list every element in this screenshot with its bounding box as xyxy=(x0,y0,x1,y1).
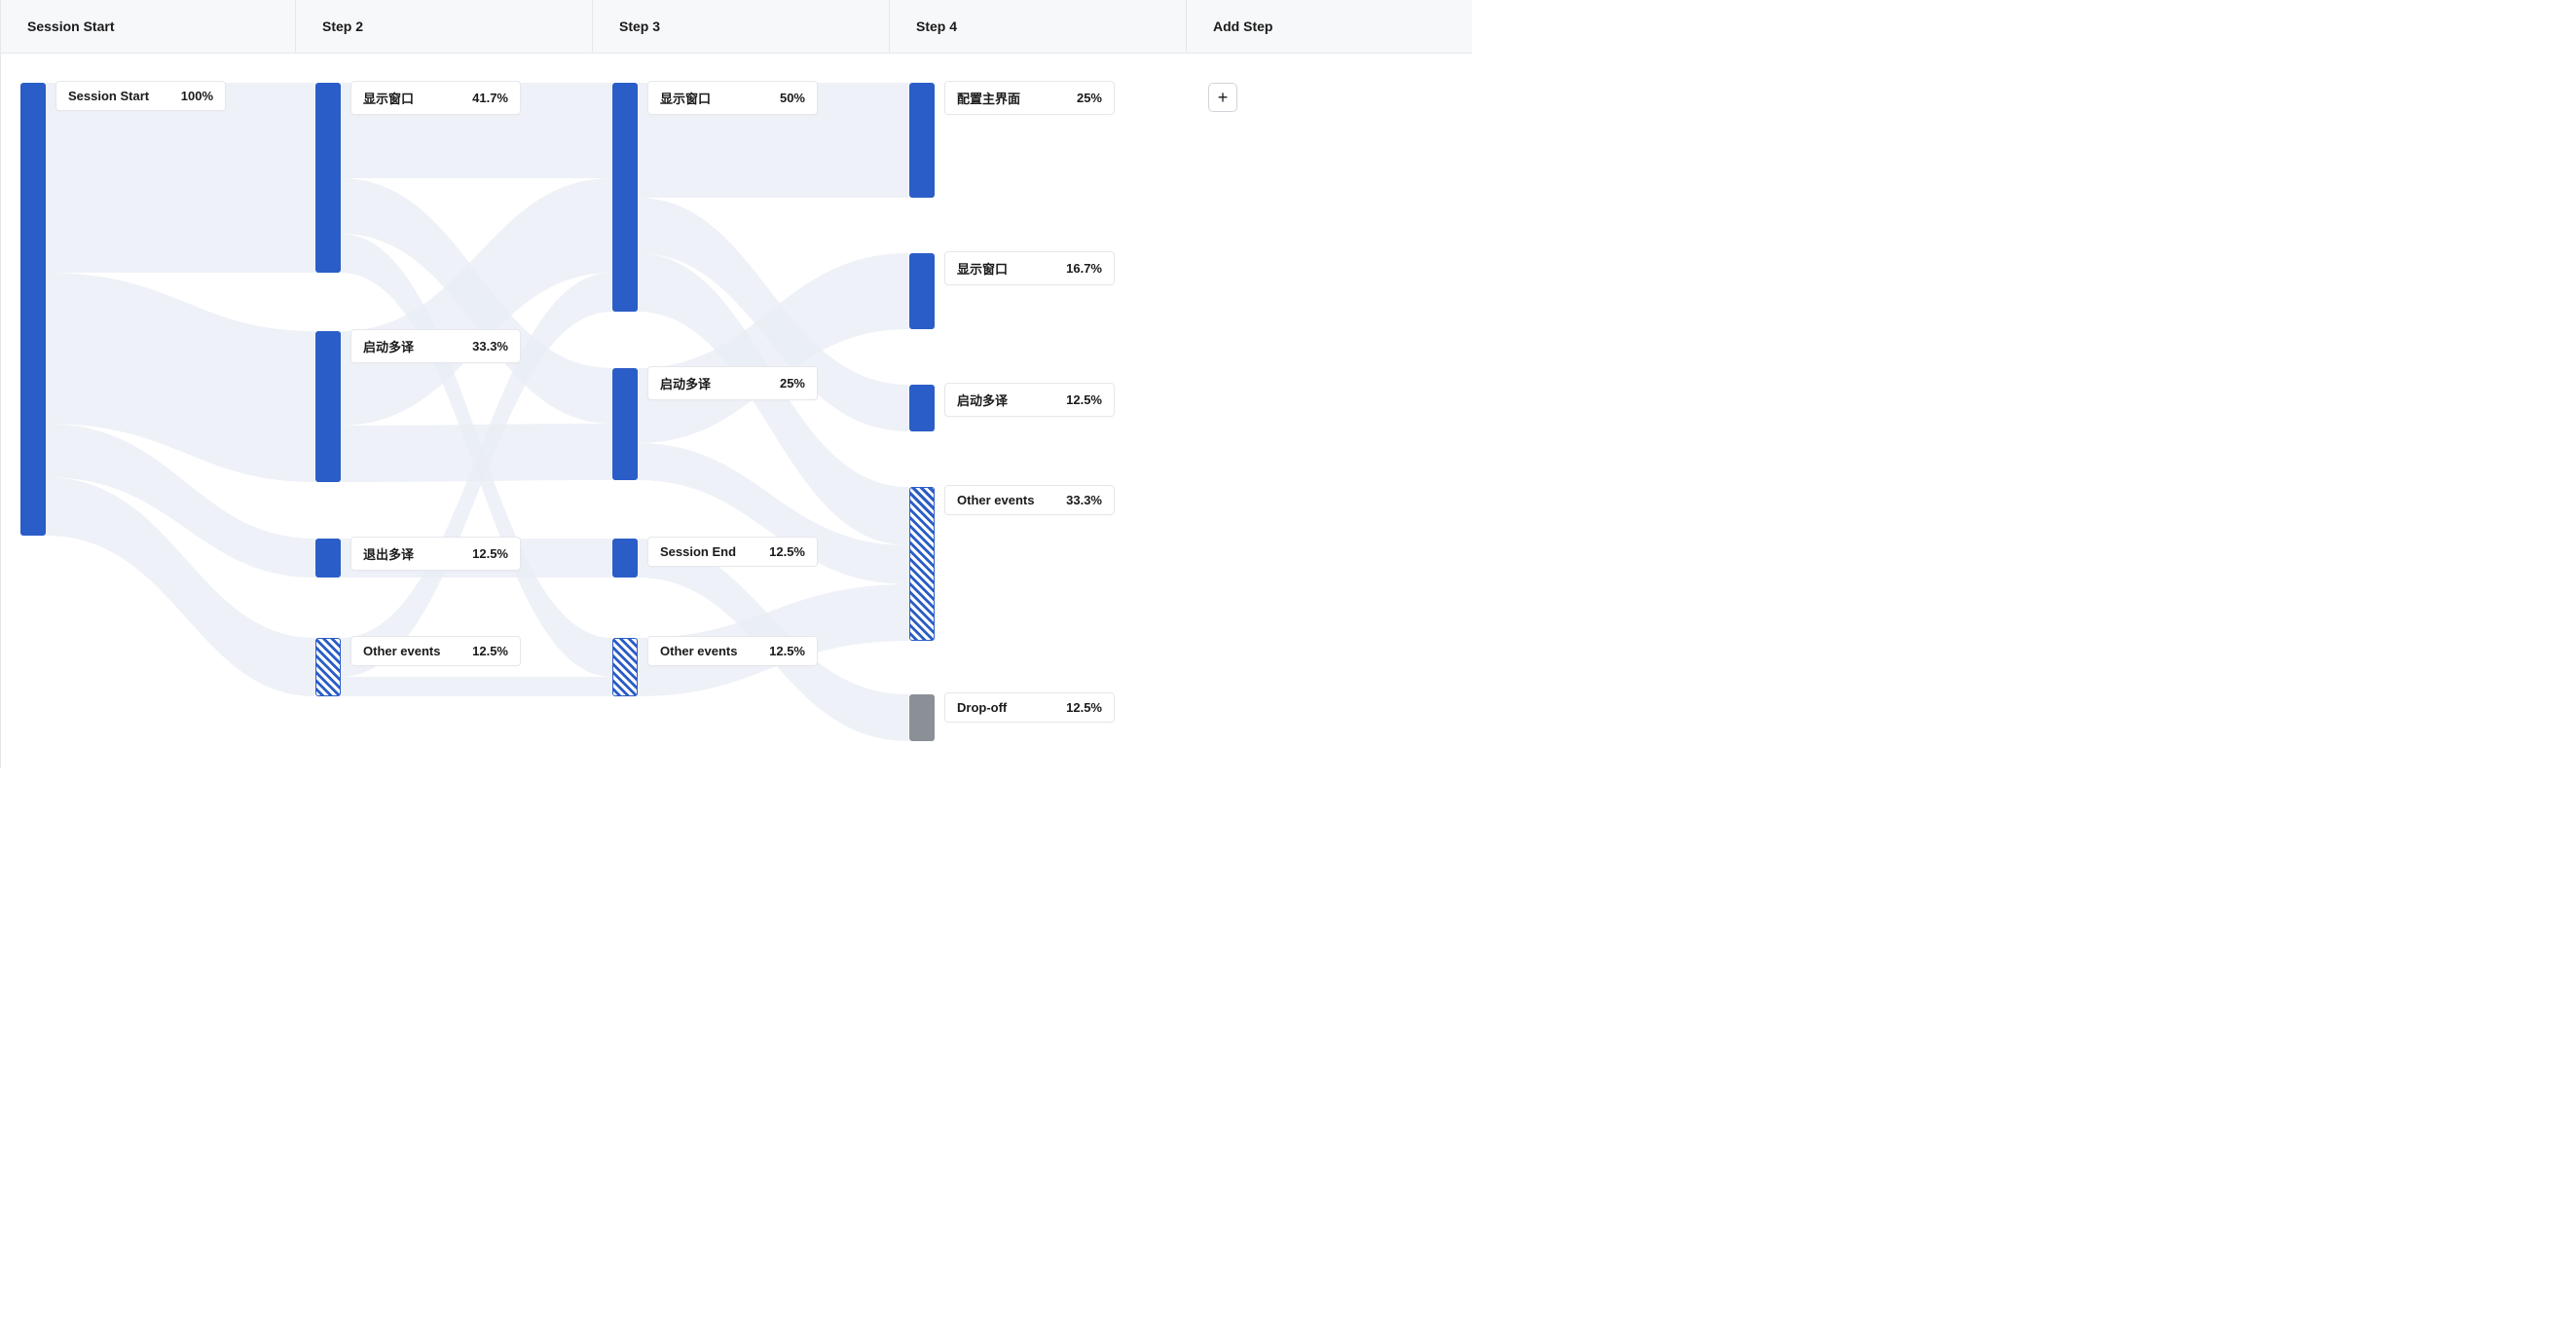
sankey-chart: Session Start 100% 显示窗口 41.7% 启动多译 33.3% 退出多译 1… xyxy=(1,54,1472,768)
sankey-node-label[interactable]: 启动多译 33.3% xyxy=(350,329,521,363)
node-percent: 41.7% xyxy=(472,91,508,105)
header-label: Step 4 xyxy=(916,19,957,34)
sankey-node-label[interactable]: Session End 12.5% xyxy=(647,537,818,567)
sankey-node-label[interactable]: Other events 12.5% xyxy=(647,636,818,666)
header-label: Session Start xyxy=(27,19,114,34)
node-percent: 12.5% xyxy=(769,544,805,559)
node-percent: 12.5% xyxy=(472,644,508,658)
node-name: 配置主界面 xyxy=(957,89,1020,107)
node-name: Session Start xyxy=(68,89,149,103)
sankey-node-label[interactable]: Session Start 100% xyxy=(55,81,226,111)
node-percent: 12.5% xyxy=(472,546,508,561)
sankey-node-bar[interactable] xyxy=(612,83,638,312)
header-cell-step-4[interactable]: Step 4 xyxy=(890,0,1187,53)
node-percent: 16.7% xyxy=(1066,261,1102,276)
node-name: 显示窗口 xyxy=(363,89,414,107)
sankey-node-label[interactable]: 显示窗口 50% xyxy=(647,81,818,115)
sankey-node-label[interactable]: Other events 12.5% xyxy=(350,636,521,666)
node-name: 显示窗口 xyxy=(660,89,711,107)
sankey-node-bar[interactable] xyxy=(909,487,935,641)
node-percent: 12.5% xyxy=(1066,700,1102,715)
sankey-node-bar[interactable] xyxy=(315,331,341,482)
node-percent: 33.3% xyxy=(472,339,508,354)
node-percent: 25% xyxy=(1077,91,1102,105)
sankey-node-bar[interactable] xyxy=(315,83,341,273)
plus-icon: + xyxy=(1218,88,1229,108)
sankey-node-bar[interactable] xyxy=(909,253,935,329)
sankey-node-label[interactable]: 显示窗口 41.7% xyxy=(350,81,521,115)
node-name: 启动多译 xyxy=(660,374,711,392)
node-name: 启动多译 xyxy=(363,337,414,355)
node-percent: 12.5% xyxy=(1066,392,1102,407)
sankey-node-bar[interactable] xyxy=(315,539,341,578)
node-percent: 100% xyxy=(181,89,213,103)
header-cell-step-1[interactable]: Session Start xyxy=(1,0,296,53)
header-label: Step 3 xyxy=(619,19,660,34)
node-name: Other events xyxy=(957,493,1034,507)
node-name: 退出多译 xyxy=(363,544,414,563)
header-cell-step-3[interactable]: Step 3 xyxy=(593,0,890,53)
funnel-header-row: Session Start Step 2 Step 3 Step 4 Add S… xyxy=(1,0,1472,54)
sankey-node-bar[interactable] xyxy=(315,638,341,696)
node-percent: 50% xyxy=(780,91,805,105)
node-name: 启动多译 xyxy=(957,391,1008,409)
header-label: Step 2 xyxy=(322,19,363,34)
node-name: Other events xyxy=(660,644,737,658)
sankey-node-label[interactable]: 配置主界面 25% xyxy=(944,81,1115,115)
sankey-node-label[interactable]: 退出多译 12.5% xyxy=(350,537,521,571)
node-name: 显示窗口 xyxy=(957,259,1008,278)
sankey-node-bar[interactable] xyxy=(909,83,935,198)
sankey-node-bar[interactable] xyxy=(612,539,638,578)
node-name: Drop-off xyxy=(957,700,1007,715)
sankey-node-bar[interactable] xyxy=(909,694,935,741)
header-label: Add Step xyxy=(1213,19,1272,34)
sankey-node-bar[interactable] xyxy=(612,368,638,480)
sankey-node-label[interactable]: Other events 33.3% xyxy=(944,485,1115,515)
node-name: Other events xyxy=(363,644,440,658)
node-percent: 12.5% xyxy=(769,644,805,658)
sankey-node-label[interactable]: Drop-off 12.5% xyxy=(944,692,1115,723)
sankey-node-bar[interactable] xyxy=(612,638,638,696)
add-step-button[interactable]: + xyxy=(1208,83,1237,112)
sankey-node-bar[interactable] xyxy=(909,385,935,431)
sankey-node-label[interactable]: 启动多译 25% xyxy=(647,366,818,400)
header-cell-step-2[interactable]: Step 2 xyxy=(296,0,593,53)
sankey-node-label[interactable]: 启动多译 12.5% xyxy=(944,383,1115,417)
node-name: Session End xyxy=(660,544,736,559)
sankey-node-bar[interactable] xyxy=(20,83,46,536)
node-percent: 33.3% xyxy=(1066,493,1102,507)
header-cell-add-step[interactable]: Add Step xyxy=(1187,0,1472,53)
node-percent: 25% xyxy=(780,376,805,391)
sankey-node-label[interactable]: 显示窗口 16.7% xyxy=(944,251,1115,285)
